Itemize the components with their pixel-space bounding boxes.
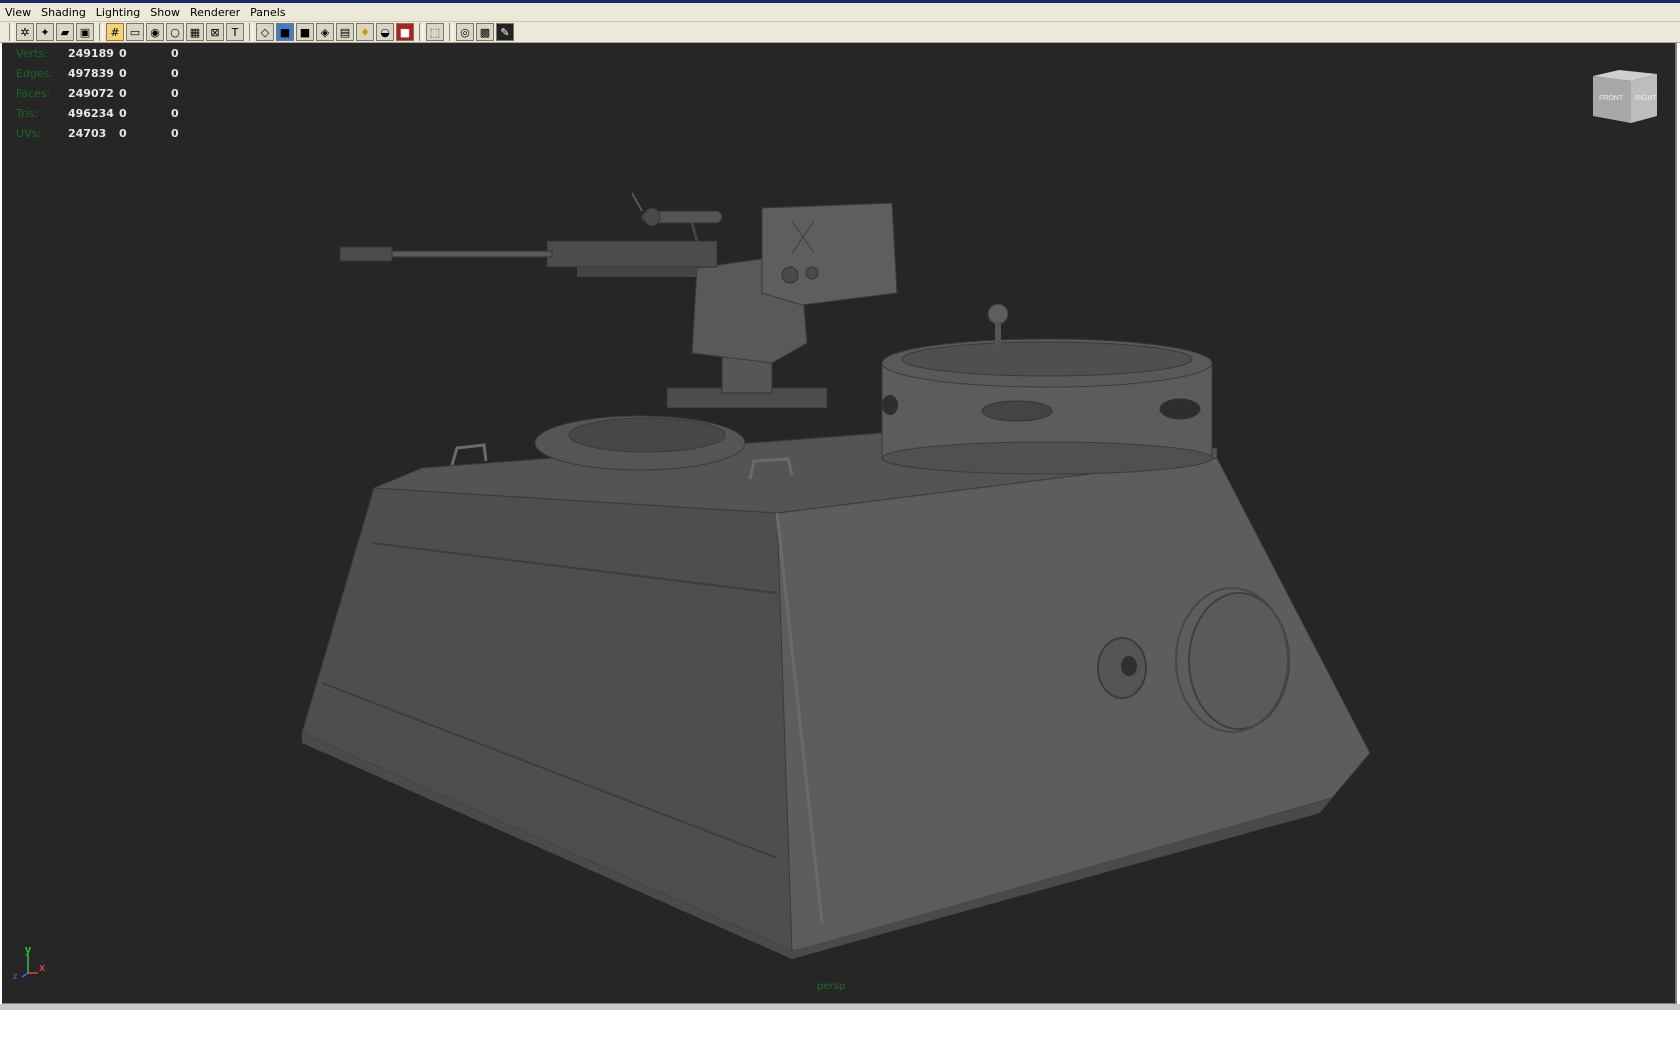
- hud-row-verts: Verts: 249189 0 0: [16, 43, 201, 63]
- toolbar-separator: [249, 23, 253, 41]
- axis-indicator: y x z: [13, 944, 46, 981]
- menu-renderer[interactable]: Renderer: [185, 6, 245, 19]
- toolbar-separator: [419, 23, 423, 41]
- toolbar-separator: [449, 23, 453, 41]
- hud-value-selected: 0: [119, 106, 127, 120]
- grid-icon[interactable]: #: [106, 23, 124, 41]
- toolbar-separator: [99, 23, 103, 41]
- sensor-lens: [781, 266, 799, 284]
- menu-lighting[interactable]: Lighting: [91, 6, 145, 19]
- antenna: [631, 192, 643, 212]
- viewport-bottom-border: [0, 1004, 1680, 1010]
- hud-value-total: 249189: [68, 46, 114, 60]
- frame-all-icon[interactable]: ⬚: [426, 23, 444, 41]
- left-hatch-ring-inner: [568, 417, 726, 453]
- scene-render[interactable]: [2, 43, 1675, 1003]
- gun-feed: [577, 265, 697, 277]
- x-axis-label: x: [39, 962, 46, 974]
- view-cube-right-label: RIGHT: [1635, 95, 1658, 102]
- scope-mount: [690, 222, 699, 242]
- flat-shade-icon[interactable]: ■: [296, 23, 314, 41]
- menu-show[interactable]: Show: [145, 6, 185, 19]
- hud-row-tris: Tris: 496234 0 0: [16, 103, 201, 123]
- muzzle-brake: [339, 246, 393, 262]
- hud-toggle-icon[interactable]: ▩: [476, 23, 494, 41]
- menu-panels[interactable]: Panels: [245, 6, 290, 19]
- hatch-handle-post: [995, 321, 1001, 345]
- hud-row-uvs: UVs: 24703 0 0: [16, 123, 201, 143]
- gate-mask-icon[interactable]: ○: [166, 23, 184, 41]
- cupola-hatch: [901, 341, 1193, 377]
- gun-receiver: [546, 240, 718, 268]
- hud-value-selected: 0: [119, 46, 127, 60]
- side-port-hole: [1121, 656, 1137, 676]
- hud-label: Faces:: [16, 86, 51, 100]
- hud-value-object: 0: [171, 66, 179, 80]
- sensor-lens: [805, 266, 819, 280]
- film-gate-icon[interactable]: ▭: [126, 23, 144, 41]
- textured-icon[interactable]: ▤: [336, 23, 354, 41]
- hud-value-total: 24703: [68, 126, 107, 140]
- vision-slot: [981, 400, 1053, 422]
- image-plane-icon[interactable]: ▣: [76, 23, 94, 41]
- resolution-gate-icon[interactable]: ◉: [146, 23, 164, 41]
- hud-value-object: 0: [171, 106, 179, 120]
- use-all-lights-icon[interactable]: ♦: [356, 23, 374, 41]
- wireframe-icon[interactable]: ◇: [256, 23, 274, 41]
- sensor-box: [761, 202, 898, 306]
- camera-name-label: persp: [817, 981, 846, 992]
- y-axis-label: y: [25, 944, 32, 956]
- safe-action-icon[interactable]: ⊠: [206, 23, 224, 41]
- panel-toolbar: ✲ ✦ ▰ ▣ # ▭ ◉ ○ ▦ ⊠ T ◇ ■ ■ ◈ ▤ ♦ ◒ ■ ⬚ …: [0, 22, 1680, 43]
- menu-shading[interactable]: Shading: [36, 6, 91, 19]
- hull-left-face: [301, 487, 823, 952]
- isolate-select-icon[interactable]: ◎: [456, 23, 474, 41]
- panel-menu-bar: View Shading Lighting Show Renderer Pane…: [0, 3, 1680, 22]
- z-axis-label: z: [13, 971, 18, 981]
- hud-row-edges: Edges: 497839 0 0: [16, 63, 201, 83]
- hud-value-object: 0: [171, 46, 179, 60]
- view-cube-front-label: FRONT: [1599, 95, 1624, 102]
- cupola-base: [881, 441, 1213, 475]
- camera-attributes-icon[interactable]: ✦: [36, 23, 54, 41]
- toolbar-separator: [9, 23, 13, 41]
- gun-barrel: [391, 250, 553, 258]
- bounding-box-icon[interactable]: ◈: [316, 23, 334, 41]
- hud-value-total: 249072: [68, 86, 114, 100]
- field-chart-icon[interactable]: ▦: [186, 23, 204, 41]
- view-cube[interactable]: FRONT RIGHT: [1589, 68, 1661, 128]
- hud-value-selected: 0: [119, 86, 127, 100]
- grab-handle: [450, 443, 488, 466]
- select-camera-icon[interactable]: ✲: [16, 23, 34, 41]
- scope-eyepiece: [643, 207, 661, 227]
- smooth-shade-icon[interactable]: ■: [276, 23, 294, 41]
- hud-value-selected: 0: [119, 66, 127, 80]
- hud-label: Tris:: [16, 106, 39, 120]
- hud-value-object: 0: [171, 86, 179, 100]
- safe-title-icon[interactable]: T: [226, 23, 244, 41]
- hud-value-total: 497839: [68, 66, 114, 80]
- snapshot-icon[interactable]: ✎: [496, 23, 514, 41]
- bookmark-icon[interactable]: ▰: [56, 23, 74, 41]
- hud-value-object: 0: [171, 126, 179, 140]
- vision-slot: [882, 395, 898, 415]
- xray-icon[interactable]: ■: [396, 23, 414, 41]
- hud-value-total: 496234: [68, 106, 114, 120]
- hud-value-selected: 0: [119, 126, 127, 140]
- hud-label: Edges:: [16, 66, 54, 80]
- hud-row-faces: Faces: 249072 0 0: [16, 83, 201, 103]
- hud-label: UVs:: [16, 126, 42, 140]
- vision-slot: [1159, 398, 1201, 420]
- hud-label: Verts:: [16, 46, 48, 60]
- poly-count-hud: Verts: 249189 0 0 Edges: 497839 0 0 Face…: [16, 43, 201, 143]
- shadows-icon[interactable]: ◒: [376, 23, 394, 41]
- menu-view[interactable]: View: [0, 6, 36, 19]
- z-axis-line: [21, 972, 29, 978]
- 3d-viewport[interactable]: Verts: 249189 0 0 Edges: 497839 0 0 Face…: [2, 43, 1677, 1004]
